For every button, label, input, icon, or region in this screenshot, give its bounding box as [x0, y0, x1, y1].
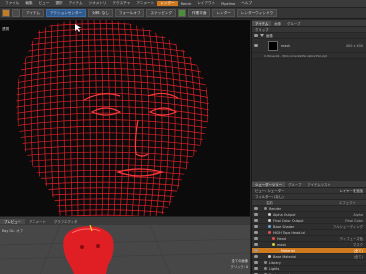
workplane-button[interactable]: 作業平面	[188, 9, 211, 17]
layer-effect: Alpha	[353, 212, 363, 217]
menu-item[interactable]: レイアウト	[194, 1, 218, 6]
menu-item[interactable]: レンダー	[157, 1, 178, 6]
action-center-button[interactable]: アクションセンター	[46, 9, 87, 17]
tab-graph-editor[interactable]: グラフエディタ	[50, 219, 82, 224]
layer-name: Head	[277, 236, 286, 241]
bottom-panel-tabs: プレビュー アニメート グラフエディタ	[0, 216, 250, 225]
right-panel: アイテム 画像 グループ クリップ 画像 mask 400 x 400 C:¥U…	[251, 20, 366, 274]
render-window-button[interactable]: レンダーウィンドウ	[236, 9, 278, 17]
snapping-button[interactable]: スナッピング	[146, 9, 177, 17]
layer-type-icon	[268, 219, 271, 222]
toolbar: アイテム アクションセンター 対称: なし フォールオフ スナッピング 作業平面…	[0, 8, 366, 19]
layer-name: mask	[277, 242, 287, 247]
move-tool-icon[interactable]	[12, 9, 20, 17]
layer-type-icon	[264, 267, 267, 270]
layer-type-icon	[268, 225, 271, 228]
menu-item[interactable]: Rendr	[178, 2, 195, 6]
select-tool-icon[interactable]	[2, 9, 10, 17]
viewport-label[interactable]: 透視	[2, 27, 9, 32]
layer-type-icon	[268, 231, 271, 234]
clip-list-empty	[252, 59, 366, 181]
tab-item-list[interactable]: アイテムリスト	[304, 182, 333, 187]
layer-name: Base Shader	[273, 224, 295, 229]
tab-preview[interactable]: プレビュー	[0, 218, 25, 224]
layer-type-icon	[268, 213, 271, 216]
shader-tabs: シェーダーツリー グループ アイテムリスト	[252, 181, 366, 188]
filter-selector[interactable]: フィルター: (なし)	[252, 194, 284, 199]
layer-effect: (全て)	[353, 249, 363, 253]
menu-item[interactable]: アイテム	[66, 1, 86, 6]
view-selector[interactable]: ビュー: シェーダー	[252, 188, 284, 193]
layer-effect: ディフューズ色	[339, 237, 363, 241]
menu-item[interactable]: ジオメトリ	[86, 1, 110, 6]
menu-item[interactable]: 選択	[52, 1, 65, 6]
layer-type-icon	[272, 237, 275, 240]
render-button[interactable]: レンダー	[212, 9, 235, 17]
menu-item[interactable]: 編集	[22, 1, 35, 6]
menu-item[interactable]: アニメート	[133, 1, 157, 6]
shader-tree-list: Render Alpha Output Alpha Final Color Outpu…	[252, 206, 366, 274]
layer-effect: マスク	[352, 243, 363, 247]
layer-type-icon	[276, 249, 279, 252]
mask-thumbnail	[268, 40, 278, 51]
eye-icon[interactable]	[254, 213, 258, 216]
eye-icon[interactable]	[254, 231, 258, 234]
layer-type-icon	[264, 207, 267, 210]
layer-name: Base Material	[273, 254, 297, 259]
layer-name: HIGH Tops Head.lxl	[273, 230, 306, 235]
clip-tabs: アイテム 画像 グループ	[252, 20, 366, 27]
eye-icon[interactable]	[254, 207, 258, 210]
layer-name: Alpha Output	[273, 212, 296, 217]
layer-name: Lights	[269, 266, 280, 271]
layer-name: Material	[281, 248, 295, 253]
eye-icon[interactable]	[254, 34, 258, 37]
layer-type-icon	[268, 255, 271, 258]
preview-status-1: 全ての画像	[231, 259, 248, 263]
eye-icon[interactable]	[254, 261, 258, 264]
layer-name: Library	[269, 260, 281, 265]
eye-icon[interactable]	[254, 219, 258, 222]
eye-icon[interactable]	[254, 243, 258, 246]
tab-items[interactable]: アイテム	[252, 20, 272, 26]
tab-images[interactable]: 画像	[271, 21, 284, 26]
preview-subtab[interactable]: Ray GL: オフ	[2, 228, 23, 233]
layer-type-icon	[272, 243, 275, 246]
eye-icon[interactable]	[254, 237, 258, 240]
layer-name: Final Color Output	[273, 218, 304, 223]
preview-status-2: クリック: 0	[230, 265, 248, 269]
eye-icon[interactable]	[254, 255, 258, 258]
head-preview-shape	[63, 226, 114, 274]
eye-icon[interactable]	[254, 249, 258, 252]
items-mode-button[interactable]: アイテム	[22, 9, 45, 17]
falloff-button[interactable]: フォールオフ	[114, 9, 145, 17]
eye-icon[interactable]	[254, 225, 258, 228]
menu-bar: ファイル 編集 ビュー 選択 アイテム ジオメトリ テクスチャ アニメート レン…	[0, 0, 366, 8]
tab-groups[interactable]: グループ	[284, 21, 303, 26]
menu-item[interactable]: ビュー	[36, 1, 53, 6]
add-layer-button[interactable]: レイヤーを追加	[339, 188, 366, 193]
eye-icon[interactable]	[254, 44, 258, 47]
layer-name: Render	[269, 206, 282, 211]
clip-row[interactable]: mask 400 x 400	[252, 39, 366, 53]
layer-effect: Final Color	[345, 218, 363, 223]
wireframe-head-mesh	[16, 20, 209, 216]
tab-animate[interactable]: アニメート	[25, 219, 50, 224]
layer-type-icon	[264, 261, 267, 264]
symmetry-button[interactable]: 対称: なし	[88, 9, 113, 17]
workplane-icon[interactable]	[178, 9, 187, 17]
tab-groups-2[interactable]: グループ	[285, 182, 304, 187]
menu-item[interactable]: ヘルプ	[238, 1, 255, 6]
3d-viewport[interactable]	[0, 20, 250, 216]
expand-icon[interactable]	[260, 34, 264, 37]
menu-item[interactable]: ファイル	[2, 1, 22, 6]
layer-effect: フルシェーディング	[332, 225, 363, 229]
menu-item[interactable]: Pipeline	[218, 2, 238, 6]
layer-effect: (全て)	[353, 255, 363, 259]
eye-icon[interactable]	[254, 267, 258, 270]
menu-item[interactable]: テクスチャ	[110, 1, 134, 6]
tab-shader-tree[interactable]: シェーダーツリー	[252, 181, 286, 187]
